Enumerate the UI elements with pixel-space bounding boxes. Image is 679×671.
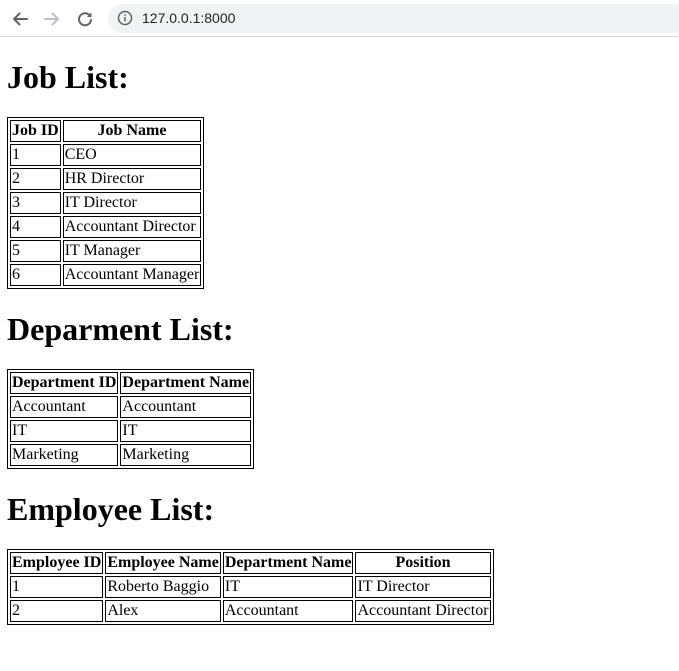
table-cell: HR Director bbox=[62, 168, 202, 190]
column-header-position: Position bbox=[355, 552, 491, 574]
table-header-row: Department ID Department Name bbox=[10, 372, 252, 394]
employee-table: Employee ID Employee Name Department Nam… bbox=[7, 549, 494, 625]
page-content: Job List: Job ID Job Name 1 CEO 2 HR Dir… bbox=[0, 37, 679, 671]
job-table: Job ID Job Name 1 CEO 2 HR Director 3 IT… bbox=[7, 117, 205, 289]
table-cell: IT Director bbox=[62, 192, 202, 214]
arrow-right-icon bbox=[44, 12, 59, 26]
column-header-job-id: Job ID bbox=[10, 120, 61, 142]
table-cell: IT bbox=[120, 420, 252, 442]
table-cell: IT bbox=[10, 420, 119, 442]
table-cell: Alex bbox=[105, 600, 221, 622]
table-row: 2 HR Director bbox=[10, 168, 202, 190]
column-header-employee-id: Employee ID bbox=[10, 552, 104, 574]
info-icon[interactable] bbox=[117, 10, 133, 26]
table-row: IT IT bbox=[10, 420, 252, 442]
browser-toolbar: 127.0.0.1:8000 bbox=[0, 0, 679, 37]
table-cell: Accountant Director bbox=[62, 216, 202, 238]
table-cell: 1 bbox=[10, 576, 104, 598]
reload-icon bbox=[78, 12, 92, 27]
employee-list-heading: Employee List: bbox=[7, 491, 215, 527]
table-cell: Marketing bbox=[120, 444, 252, 466]
column-header-job-name: Job Name bbox=[62, 120, 202, 142]
column-header-department-name: Department Name bbox=[120, 372, 252, 394]
url-text[interactable]: 127.0.0.1:8000 bbox=[142, 10, 235, 27]
table-cell: 4 bbox=[10, 216, 61, 238]
reload-button[interactable] bbox=[73, 7, 97, 31]
forward-button[interactable] bbox=[40, 7, 64, 31]
table-header-row: Job ID Job Name bbox=[10, 120, 202, 142]
arrow-left-icon bbox=[13, 12, 28, 26]
back-button[interactable] bbox=[8, 7, 32, 31]
table-cell: 5 bbox=[10, 240, 61, 262]
table-row: Marketing Marketing bbox=[10, 444, 252, 466]
address-bar[interactable]: 127.0.0.1:8000 bbox=[108, 4, 679, 33]
table-row: 3 IT Director bbox=[10, 192, 202, 214]
table-row: 1 Roberto Baggio IT IT Director bbox=[10, 576, 491, 598]
table-cell: CEO bbox=[62, 144, 202, 166]
column-header-employee-name: Employee Name bbox=[105, 552, 221, 574]
table-header-row: Employee ID Employee Name Department Nam… bbox=[10, 552, 491, 574]
table-row: Accountant Accountant bbox=[10, 396, 252, 418]
department-table: Department ID Department Name Accountant… bbox=[7, 369, 255, 469]
table-cell: Accountant bbox=[120, 396, 252, 418]
table-cell: 1 bbox=[10, 144, 61, 166]
department-list-heading: Deparment List: bbox=[7, 311, 234, 347]
table-row: 5 IT Manager bbox=[10, 240, 202, 262]
table-cell: Accountant bbox=[10, 396, 119, 418]
table-row: 1 CEO bbox=[10, 144, 202, 166]
table-cell: Accountant Director bbox=[355, 600, 491, 622]
table-row: 6 Accountant Manager bbox=[10, 264, 202, 286]
table-row: 4 Accountant Director bbox=[10, 216, 202, 238]
table-cell: Roberto Baggio bbox=[105, 576, 221, 598]
job-list-heading: Job List: bbox=[7, 59, 129, 95]
table-row: 2 Alex Accountant Accountant Director bbox=[10, 600, 491, 622]
table-cell: IT Director bbox=[355, 576, 491, 598]
table-cell: IT bbox=[222, 576, 354, 598]
table-cell: 2 bbox=[10, 168, 61, 190]
table-cell: 6 bbox=[10, 264, 61, 286]
column-header-department-name: Department Name bbox=[222, 552, 354, 574]
table-cell: Accountant Manager bbox=[62, 264, 202, 286]
column-header-department-id: Department ID bbox=[10, 372, 119, 394]
table-cell: 2 bbox=[10, 600, 104, 622]
table-cell: Marketing bbox=[10, 444, 119, 466]
table-cell: 3 bbox=[10, 192, 61, 214]
table-cell: Accountant bbox=[222, 600, 354, 622]
table-cell: IT Manager bbox=[62, 240, 202, 262]
